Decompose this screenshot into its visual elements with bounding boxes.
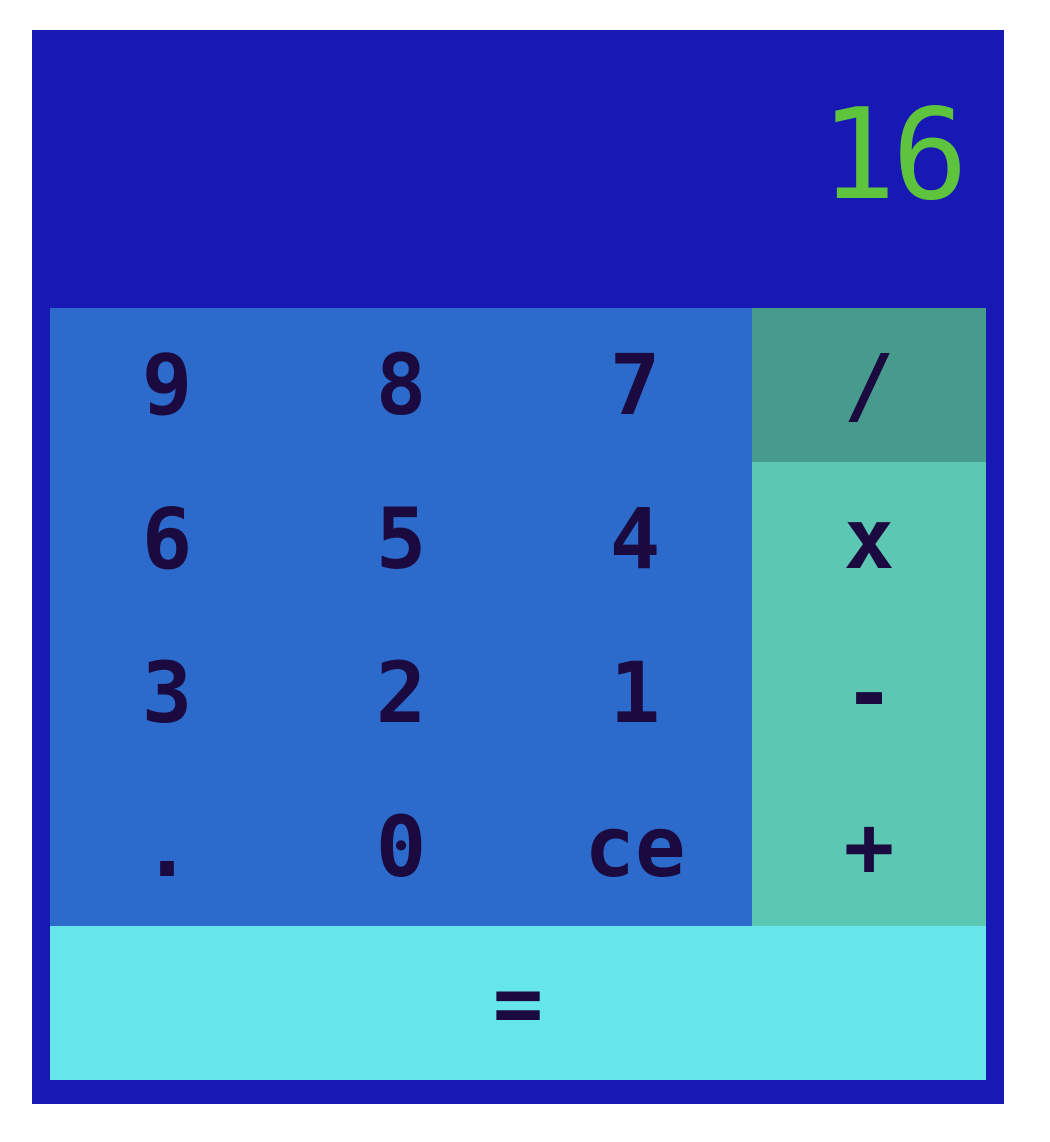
operator-pad: / x - + (752, 308, 986, 926)
multiply-button[interactable]: x (752, 462, 986, 616)
key-0[interactable]: 0 (284, 770, 518, 924)
key-5[interactable]: 5 (284, 462, 518, 616)
key-8[interactable]: 8 (284, 308, 518, 462)
key-decimal[interactable]: . (50, 770, 284, 924)
add-button[interactable]: + (752, 770, 986, 924)
key-3[interactable]: 3 (50, 616, 284, 770)
key-6[interactable]: 6 (50, 462, 284, 616)
key-4[interactable]: 4 (518, 462, 752, 616)
key-9[interactable]: 9 (50, 308, 284, 462)
display: 16 (32, 30, 1004, 308)
calculator: 16 9 8 7 6 5 4 3 2 1 . 0 ce / x - + = (32, 30, 1004, 1104)
digit-pad: 9 8 7 6 5 4 3 2 1 . 0 ce (50, 308, 752, 926)
key-7[interactable]: 7 (518, 308, 752, 462)
subtract-button[interactable]: - (752, 616, 986, 770)
keypad: 9 8 7 6 5 4 3 2 1 . 0 ce / x - + = (50, 308, 986, 1080)
divide-button[interactable]: / (752, 308, 986, 462)
clear-button[interactable]: ce (518, 770, 752, 924)
equals-button[interactable]: = (50, 926, 986, 1080)
display-value: 16 (820, 81, 968, 228)
key-2[interactable]: 2 (284, 616, 518, 770)
key-1[interactable]: 1 (518, 616, 752, 770)
